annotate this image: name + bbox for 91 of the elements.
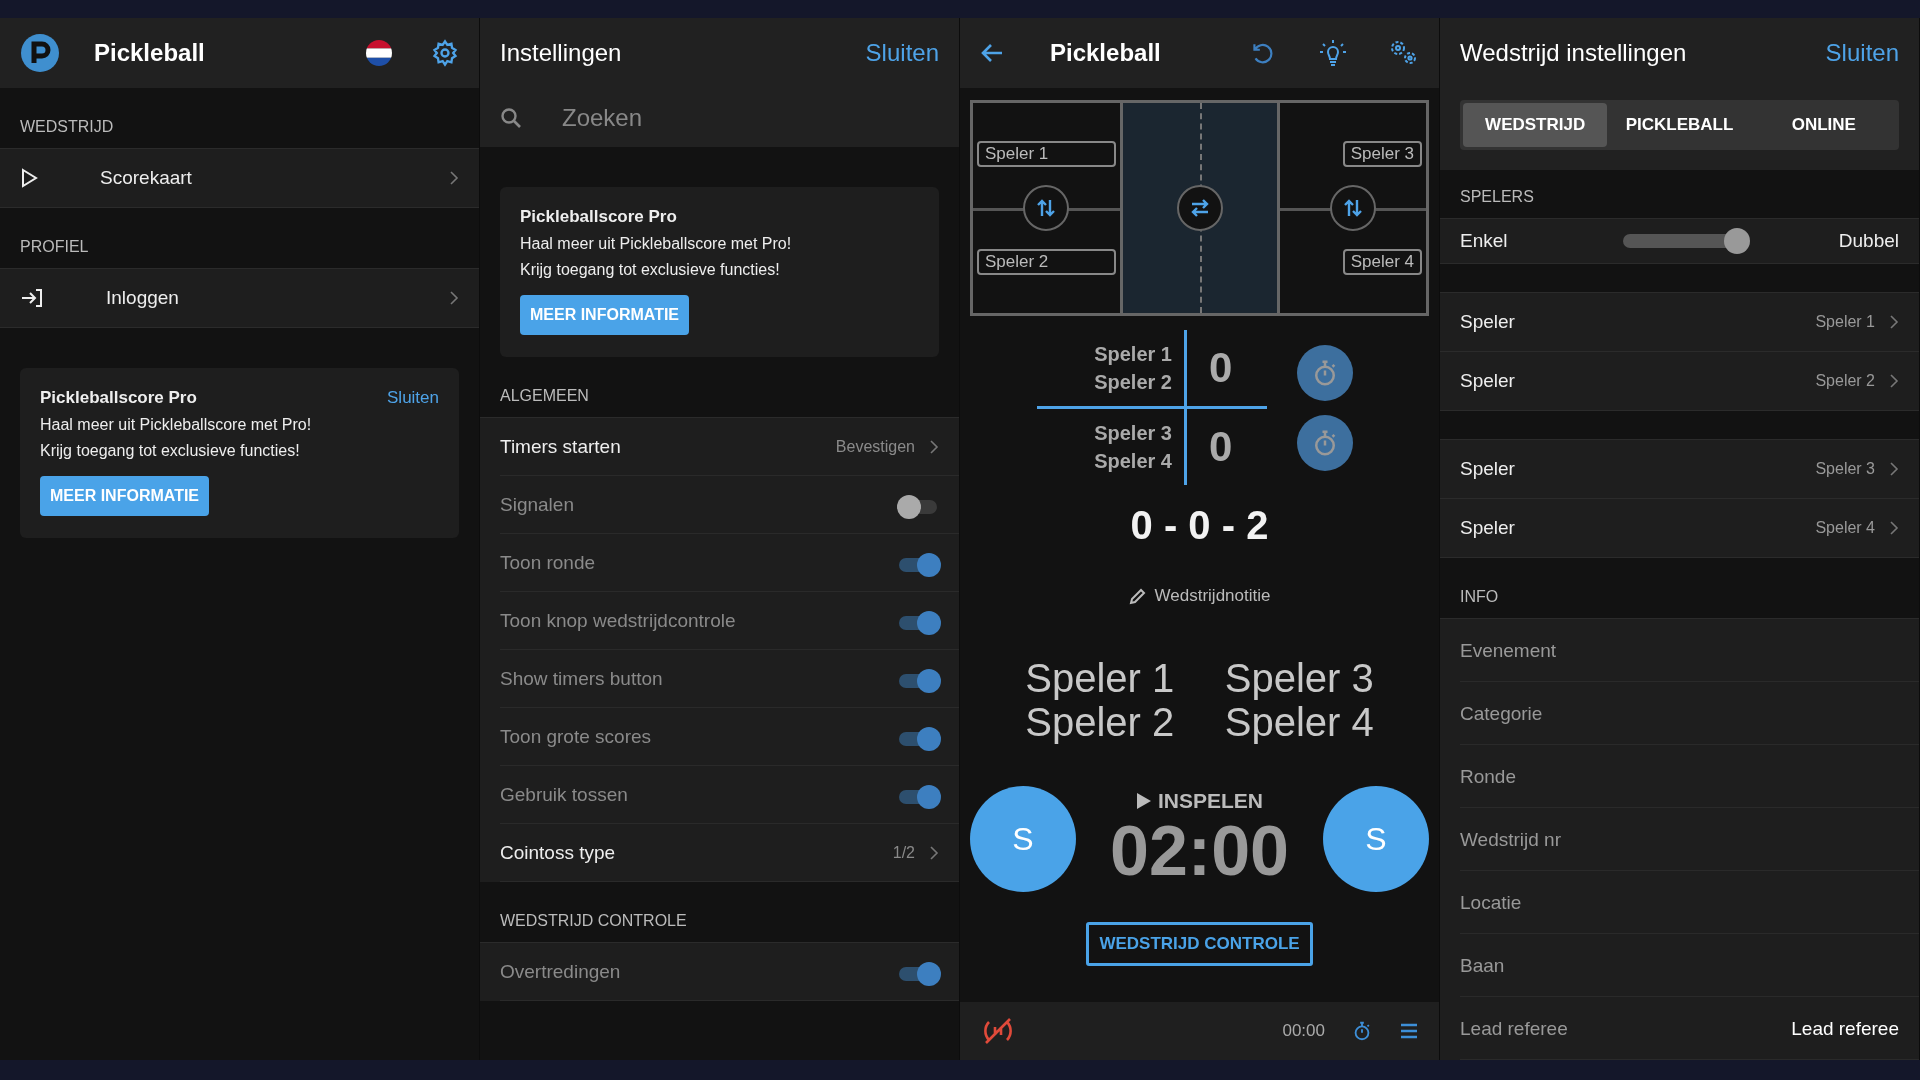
app-title: Pickleball: [1050, 39, 1161, 67]
close-link[interactable]: Sluiten: [387, 388, 439, 408]
tab[interactable]: PICKLEBALL: [1607, 103, 1752, 147]
search-field[interactable]: Zoeken: [560, 102, 864, 133]
player-row[interactable]: Speler Speler 2: [1440, 352, 1919, 411]
chevron-icon: [929, 439, 939, 455]
promo-title: Pickleballscore Pro: [40, 388, 197, 408]
setting-value: 1/2: [892, 844, 915, 862]
settings-row[interactable]: Timers starten Bevestigen: [480, 418, 959, 476]
chevron-icon: [1889, 461, 1899, 477]
promo-text: Haal meer uit Pickleballscore met Pro!: [520, 235, 793, 253]
info-row[interactable]: Categorie: [1440, 682, 1919, 745]
swap-button[interactable]: [1329, 185, 1376, 231]
promo-text: Haal meer uit Pickleballscore met Pro!: [40, 416, 313, 434]
search-icon: [500, 106, 522, 129]
menu-icon[interactable]: [1399, 1022, 1419, 1040]
setting-label: Signalen: [500, 494, 575, 516]
promo-text: Krijg toegang tot exclusieve functies!: [520, 261, 781, 279]
player-tag[interactable]: Speler 3: [1342, 141, 1422, 167]
panel-title: Wedstrijd instellingen: [1460, 39, 1687, 67]
chevron-icon: [1889, 314, 1899, 330]
back-arrow-icon[interactable]: [980, 42, 1004, 64]
setting-label: Toon knop wedstrijdcontrole: [500, 610, 737, 632]
match-note-link[interactable]: Wedstrijdnotitie: [1154, 586, 1271, 606]
info-row[interactable]: Wedstrijd nr: [1440, 808, 1919, 871]
setting-label: Toon grote scores: [500, 726, 653, 748]
game-score: 0 - 0 - 2: [1129, 503, 1270, 548]
elapsed-time: 00:00: [1282, 1021, 1325, 1041]
player-tag[interactable]: Speler 1: [977, 141, 1116, 167]
team-names: Speler 1 Speler 2: [1037, 330, 1187, 409]
info-row[interactable]: Evenement: [1440, 619, 1919, 682]
countdown-timer: 02:00: [1109, 813, 1289, 889]
section-header: WEDSTRIJD: [19, 117, 115, 137]
team-names: Speler 3 Speler 4: [1224, 656, 1374, 744]
phase-label: INSPELEN: [1157, 789, 1263, 813]
setting-label: Show timers button: [500, 668, 664, 690]
team-names: Speler 1 Speler 2: [1025, 656, 1175, 744]
setting-label: Timers starten: [500, 436, 622, 458]
close-button[interactable]: Sluiten: [1825, 39, 1899, 67]
app-logo-icon: [20, 33, 60, 73]
menu-item[interactable]: Scorekaart: [0, 148, 479, 208]
setting-label: Overtredingen: [500, 961, 622, 983]
setting-value: Bevestigen: [835, 438, 915, 456]
chevron-icon: [1889, 373, 1899, 389]
swap-button[interactable]: [1023, 185, 1070, 231]
settings-row[interactable]: Cointoss type 1/2: [480, 824, 959, 882]
info-row[interactable]: Ronde: [1440, 745, 1919, 808]
section-header: ALGEMEEN: [499, 386, 590, 406]
player-tag[interactable]: Speler 4: [1342, 249, 1422, 275]
search-field[interactable]: Zoeken: [480, 88, 959, 147]
section-header: INFO: [1459, 587, 1500, 607]
tab[interactable]: WEDSTRIJD: [1463, 103, 1608, 147]
app-title: Pickleball: [94, 39, 205, 67]
settings-icon[interactable]: [431, 39, 459, 67]
player-row[interactable]: Speler Speler 3: [1440, 440, 1919, 499]
promo-title: Pickleballscore Pro: [520, 207, 677, 227]
swap-vertical-icon: [1035, 197, 1058, 219]
pencil-icon[interactable]: [1128, 587, 1147, 605]
play-icon: [20, 168, 38, 188]
setting-label: Cointoss type: [500, 842, 617, 864]
login-icon: [20, 288, 44, 308]
chevron-icon: [1889, 520, 1899, 536]
chevron-icon: [929, 845, 939, 861]
chevron-icon: [449, 170, 459, 186]
team-names: Speler 3 Speler 4: [1037, 409, 1187, 485]
promo-text: Krijg toegang tot exclusieve functies!: [40, 442, 301, 460]
close-button[interactable]: Sluiten: [865, 39, 939, 67]
flag-icon[interactable]: [365, 39, 393, 67]
team-score: 0: [1209, 423, 1233, 471]
section-header: SPELERS: [1459, 187, 1535, 207]
setting-label: Toon ronde: [500, 552, 597, 574]
menu-item[interactable]: Inloggen: [0, 268, 479, 328]
info-row[interactable]: Baan: [1440, 934, 1919, 997]
section-header: PROFIEL: [19, 237, 90, 257]
team-score: 0: [1209, 344, 1233, 392]
tab[interactable]: ONLINE: [1751, 103, 1896, 147]
player-row[interactable]: Speler Speler 1: [1440, 293, 1919, 352]
chevron-icon: [449, 290, 459, 306]
info-row[interactable]: Locatie: [1440, 871, 1919, 934]
player-tag[interactable]: Speler 2: [977, 249, 1116, 275]
player-row[interactable]: Speler Speler 4: [1440, 499, 1919, 558]
play-icon[interactable]: [1135, 792, 1152, 810]
lightbulb-icon[interactable]: [1317, 38, 1349, 68]
setting-label: Gebruik tossen: [500, 784, 629, 806]
match-control-button[interactable]: WEDSTRIJD CONTROLE: [1086, 922, 1313, 966]
info-row[interactable]: Lead referee Lead referee: [1440, 997, 1919, 1060]
section-header: WEDSTRIJD CONTROLE: [499, 911, 688, 931]
mode-label: Dubbel: [1838, 230, 1899, 251]
mode-label: Enkel: [1460, 230, 1508, 251]
panel-title: Instellingen: [500, 39, 622, 67]
swap-button[interactable]: [1176, 185, 1223, 231]
